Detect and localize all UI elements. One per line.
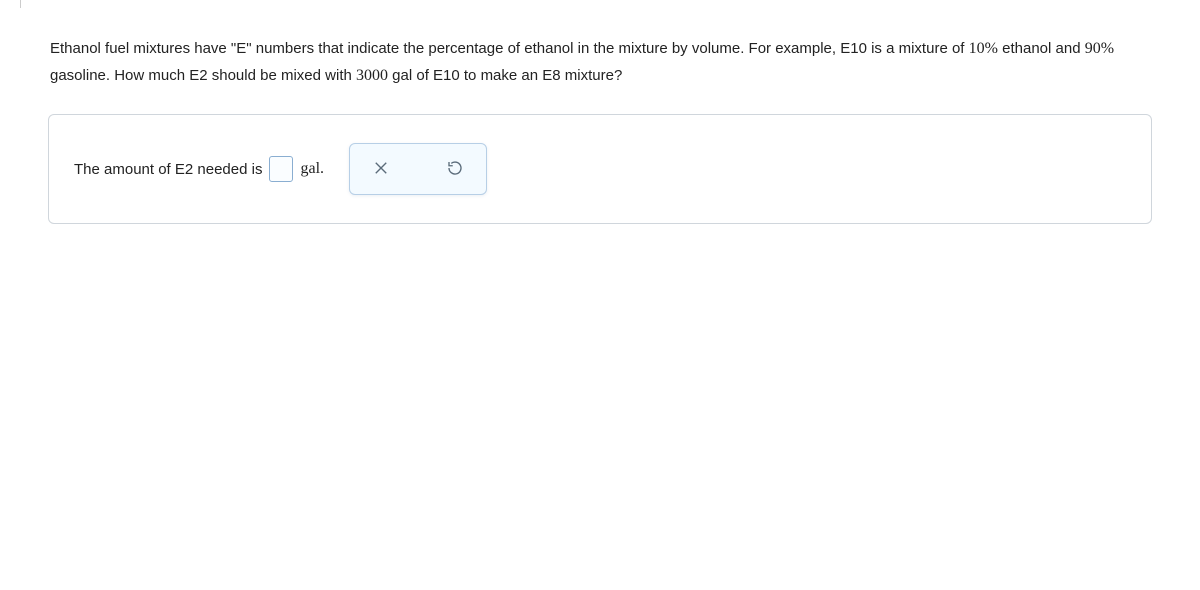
answer-unit: gal. xyxy=(300,160,324,178)
answer-prefix: The amount of E2 needed is xyxy=(74,161,262,178)
question-text: Ethanol fuel mixtures have "E" numbers t… xyxy=(0,0,1200,114)
question-part3: gasoline. How much E2 should be mixed wi… xyxy=(50,67,356,84)
reset-button[interactable] xyxy=(442,155,468,184)
question-part4: gal of E10 to make an E8 mixture? xyxy=(388,67,622,84)
question-part1: Ethanol fuel mixtures have "E" numbers t… xyxy=(50,40,969,57)
question-pct2: 90% xyxy=(1085,40,1114,57)
answer-input[interactable] xyxy=(269,156,293,182)
x-icon xyxy=(372,159,390,180)
undo-icon xyxy=(446,159,464,180)
question-pct1: 10% xyxy=(969,40,998,57)
clear-button[interactable] xyxy=(368,155,394,184)
answer-box: The amount of E2 needed is gal. xyxy=(48,114,1152,224)
toolbar xyxy=(349,143,487,195)
question-val1: 3000 xyxy=(356,67,388,84)
answer-statement: The amount of E2 needed is gal. xyxy=(74,156,324,182)
question-part2: ethanol and xyxy=(998,40,1085,57)
